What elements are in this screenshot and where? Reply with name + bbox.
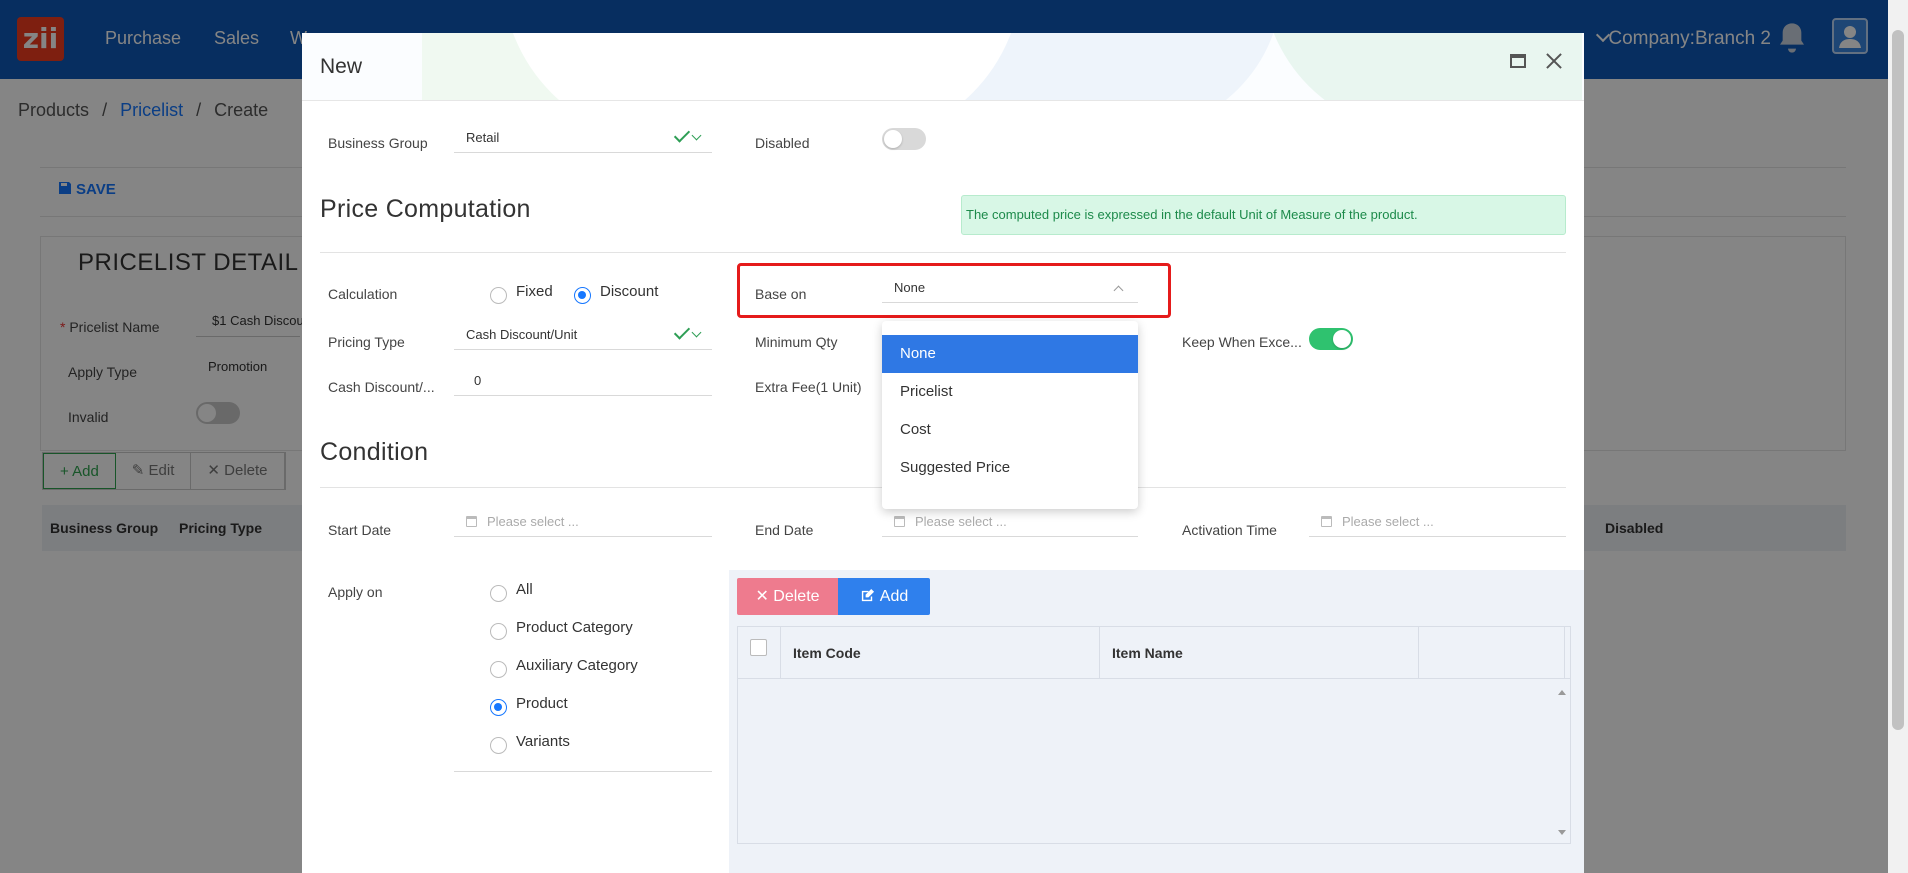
delete-items-button[interactable]: ✕ Delete	[737, 578, 838, 615]
extra-fee-label: Extra Fee(1 Unit)	[755, 379, 862, 395]
table-scroll-up-icon[interactable]	[1558, 690, 1566, 695]
check-icon	[673, 323, 691, 340]
apply-on-product-category-radio[interactable]	[490, 623, 507, 640]
apply-on-all-radio[interactable]	[490, 585, 507, 602]
calculation-label: Calculation	[328, 286, 398, 302]
start-date-label: Start Date	[328, 522, 392, 538]
apply-on-auxiliary-category-label[interactable]: Auxiliary Category	[516, 657, 638, 674]
base-on-option-none[interactable]: None	[882, 335, 1138, 373]
end-date-label: End Date	[755, 522, 814, 538]
keep-when-exceed-toggle[interactable]	[1309, 328, 1353, 350]
price-computation-title: Price Computation	[320, 195, 531, 223]
edit-icon	[861, 588, 874, 602]
keep-when-exceed-label: Keep When Exce...	[1182, 334, 1302, 350]
business-group-label: Business Group	[328, 135, 428, 151]
maximize-icon[interactable]	[1510, 54, 1526, 68]
condition-title: Condition	[320, 438, 429, 466]
uom-notice: The computed price is expressed in the d…	[961, 195, 1566, 235]
base-on-option-cost[interactable]: Cost	[882, 411, 1138, 449]
calculation-fixed-radio[interactable]	[490, 287, 507, 304]
modal-header: New	[302, 33, 1584, 101]
start-date-picker[interactable]: Please select ...	[454, 507, 712, 537]
apply-on-auxiliary-category-radio[interactable]	[490, 661, 507, 678]
check-icon	[673, 126, 691, 143]
column-item-code[interactable]: Item Code	[793, 645, 861, 661]
end-date-picker[interactable]: Please select ...	[882, 507, 1138, 537]
apply-on-variants-label[interactable]: Variants	[516, 733, 570, 750]
activation-time-label: Activation Time	[1182, 522, 1277, 538]
disabled-toggle[interactable]	[882, 128, 926, 150]
table-scroll-down-icon[interactable]	[1558, 830, 1566, 835]
calendar-icon	[894, 516, 905, 527]
apply-on-label: Apply on	[328, 584, 383, 600]
apply-on-variants-radio[interactable]	[490, 737, 507, 754]
base-on-highlight	[737, 263, 1171, 318]
apply-on-product-category-label[interactable]: Product Category	[516, 619, 633, 636]
chevron-down-icon[interactable]	[691, 327, 702, 338]
cash-discount-input[interactable]: 0	[454, 366, 712, 396]
chevron-down-icon[interactable]	[691, 130, 702, 141]
select-all-checkbox[interactable]	[750, 639, 767, 656]
calculation-discount-radio[interactable]	[574, 287, 591, 304]
modal-title: New	[320, 55, 363, 78]
items-table: Item Code Item Name	[737, 626, 1571, 844]
activation-time-picker[interactable]: Please select ...	[1309, 507, 1566, 537]
business-group-select[interactable]: Retail	[454, 123, 712, 153]
items-table-header: Item Code Item Name	[738, 627, 1570, 679]
base-on-dropdown: None Pricelist Cost Suggested Price	[882, 321, 1138, 509]
page-scrollbar[interactable]	[1888, 0, 1908, 873]
add-items-button[interactable]: Add	[838, 578, 930, 615]
calculation-discount-label[interactable]: Discount	[600, 283, 658, 300]
apply-on-product-label[interactable]: Product	[516, 695, 568, 712]
minimum-qty-label: Minimum Qty	[755, 334, 838, 350]
pricing-type-select[interactable]: Cash Discount/Unit	[454, 320, 712, 350]
close-icon[interactable]	[1542, 49, 1566, 73]
base-on-option-suggested-price[interactable]: Suggested Price	[882, 449, 1138, 487]
disabled-label: Disabled	[755, 135, 810, 151]
base-on-option-pricelist[interactable]: Pricelist	[882, 373, 1138, 411]
calendar-icon	[1321, 516, 1332, 527]
cash-discount-label: Cash Discount/...	[328, 379, 435, 395]
apply-on-product-radio[interactable]	[490, 699, 507, 716]
calendar-icon	[466, 516, 477, 527]
page-scrollbar-thumb[interactable]	[1892, 30, 1904, 730]
apply-on-all-label[interactable]: All	[516, 581, 533, 598]
column-item-name[interactable]: Item Name	[1112, 645, 1183, 661]
pricing-type-label: Pricing Type	[328, 334, 405, 350]
calculation-fixed-label[interactable]: Fixed	[516, 283, 553, 300]
